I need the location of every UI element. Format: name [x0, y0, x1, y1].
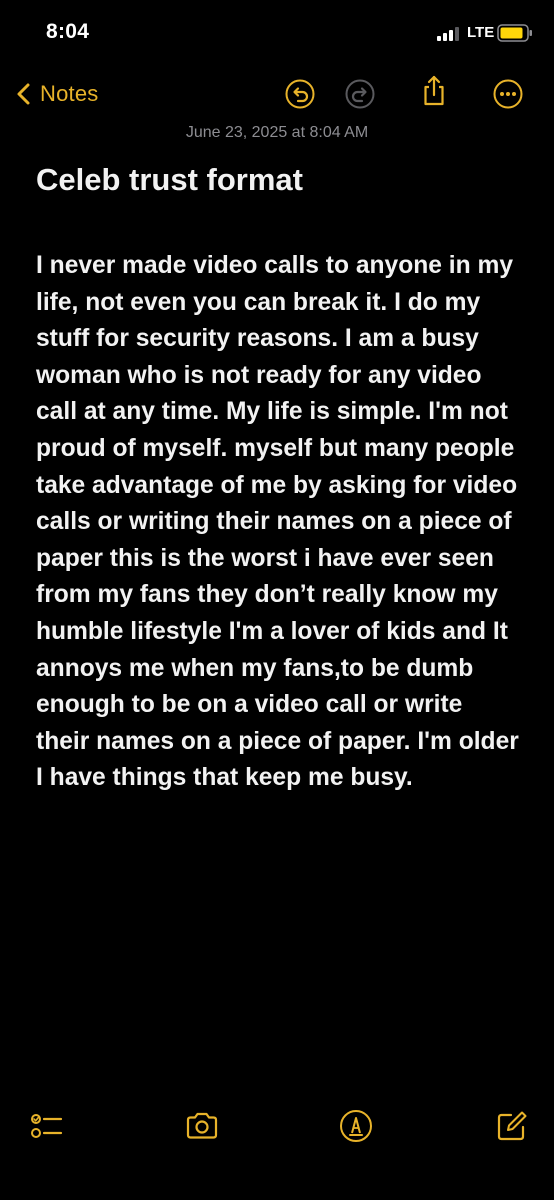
status-time: 8:04: [46, 20, 90, 43]
status-bar: 8:04 LTE: [0, 0, 554, 60]
camera-icon[interactable]: [184, 1108, 220, 1144]
back-label: Notes: [40, 81, 99, 106]
checklist-icon[interactable]: [28, 1108, 64, 1144]
compose-icon[interactable]: [494, 1108, 530, 1144]
share-icon[interactable]: [418, 74, 450, 106]
battery-icon: [497, 23, 533, 43]
undo-icon[interactable]: [284, 78, 316, 110]
note-body[interactable]: I never made video calls to anyone in my…: [36, 248, 522, 797]
redo-icon[interactable]: [344, 78, 376, 110]
signal-bars-icon: [437, 27, 461, 41]
note-date: June 23, 2025 at 8:04 AM: [185, 124, 369, 141]
note-title[interactable]: Celeb trust format: [36, 162, 303, 198]
network-label: LTE: [467, 24, 495, 41]
nav-bar: Notes: [0, 66, 554, 122]
back-button[interactable]: Notes: [14, 76, 98, 112]
bottom-toolbar: [0, 1100, 554, 1160]
markup-icon[interactable]: [338, 1108, 374, 1144]
more-icon[interactable]: [492, 78, 524, 110]
chevron-left-icon: [14, 82, 32, 106]
